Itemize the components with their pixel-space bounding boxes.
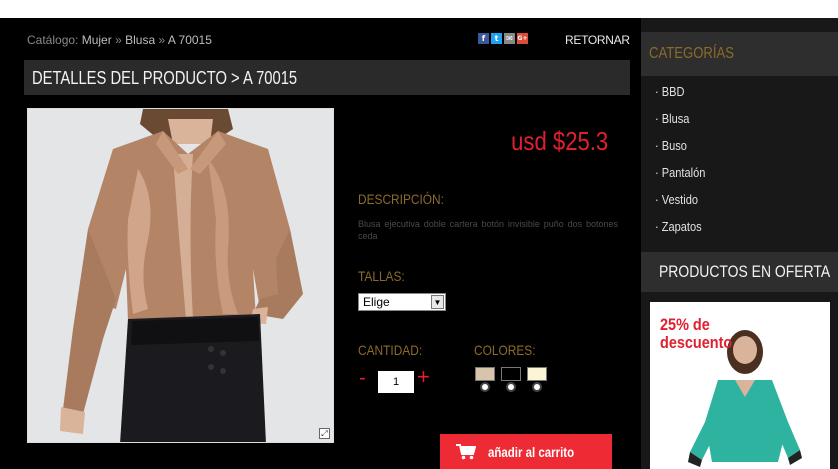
color-radio-beige[interactable] xyxy=(480,382,490,392)
offer-text-line2: descuento xyxy=(660,333,733,352)
offer-text-line1: 25% de xyxy=(660,315,710,334)
googleplus-icon[interactable]: G+ xyxy=(517,33,528,44)
color-radio-black[interactable] xyxy=(506,382,516,392)
add-to-cart-label: añadir al carrito xyxy=(488,443,575,460)
chevron-down-icon: ▼ xyxy=(431,295,444,309)
product-description: Blusa ejecutiva doble cartera botón invi… xyxy=(358,219,618,241)
sidebar: CATEGORÍAS · BBD · Blusa · Buso · Pantal… xyxy=(641,18,838,469)
colors-label: COLORES: xyxy=(474,342,536,358)
twitter-icon[interactable]: t xyxy=(491,33,502,44)
color-swatch-cream xyxy=(527,367,547,381)
product-photo xyxy=(28,109,333,442)
product-detail-main: Catálogo: Mujer » Blusa » A 70015 f t ✉ … xyxy=(0,18,630,469)
offers-title: PRODUCTOS EN OFERTA xyxy=(659,262,831,281)
quantity-input[interactable]: 1 xyxy=(378,371,414,393)
product-image[interactable]: ⤢ xyxy=(27,108,334,443)
facebook-icon[interactable]: f xyxy=(478,33,489,44)
color-swatch-black xyxy=(501,367,521,381)
color-swatch-beige xyxy=(475,367,495,381)
zoom-icon[interactable]: ⤢ xyxy=(319,428,330,439)
category-item-buso[interactable]: · Buso xyxy=(655,138,705,165)
page: Catálogo: Mujer » Blusa » A 70015 f t ✉ … xyxy=(0,18,838,469)
categories-title: CATEGORÍAS xyxy=(649,45,735,62)
quantity-increase-button[interactable]: + xyxy=(417,366,430,388)
share-icons: f t ✉ G+ xyxy=(478,33,528,44)
offer-text: 25% de descuento xyxy=(660,316,732,352)
breadcrumb-item-product: A 70015 xyxy=(167,33,212,47)
categories-header: CATEGORÍAS xyxy=(641,32,838,76)
breadcrumb-prefix: Catálogo: xyxy=(27,33,79,47)
size-select-value: Elige xyxy=(363,295,390,309)
description-label: DESCRIPCIÓN: xyxy=(358,191,444,207)
breadcrumb-item-mujer[interactable]: Mujer xyxy=(82,33,112,47)
add-to-cart-button[interactable]: añadir al carrito xyxy=(440,434,612,469)
size-select[interactable]: Elige ▼ xyxy=(358,293,446,311)
category-item-vestido[interactable]: · Vestido xyxy=(655,192,705,219)
category-item-zapatos[interactable]: · Zapatos xyxy=(655,219,705,246)
top-strip xyxy=(0,0,838,18)
back-link[interactable]: RETORNAR xyxy=(565,33,630,47)
email-icon[interactable]: ✉ xyxy=(504,33,515,44)
categories-list: · BBD · Blusa · Buso · Pantalón · Vestid… xyxy=(655,84,714,246)
breadcrumb: Catálogo: Mujer » Blusa » A 70015 xyxy=(27,33,212,47)
category-item-blusa[interactable]: · Blusa xyxy=(655,111,705,138)
breadcrumb-item-blusa[interactable]: Blusa xyxy=(125,33,155,47)
breadcrumb-separator: » xyxy=(115,33,122,47)
sizes-label: TALLAS: xyxy=(358,268,405,284)
page-title: DETALLES DEL PRODUCTO > A 70015 xyxy=(32,68,298,88)
category-item-pantalon[interactable]: · Pantalón xyxy=(655,165,705,192)
category-item-bbd[interactable]: · BBD xyxy=(655,84,705,111)
offers-header: PRODUCTOS EN OFERTA xyxy=(641,252,838,292)
quantity-label: CANTIDAD: xyxy=(358,342,423,358)
details-header: DETALLES DEL PRODUCTO > A 70015 xyxy=(24,60,630,95)
cart-icon xyxy=(456,443,476,459)
product-price: usd $25.3 xyxy=(510,126,608,156)
offer-banner[interactable]: 25% de descuento xyxy=(650,302,830,469)
quantity-decrease-button[interactable]: - xyxy=(359,368,366,388)
breadcrumb-separator: » xyxy=(158,33,166,47)
color-radio-cream[interactable] xyxy=(532,382,542,392)
